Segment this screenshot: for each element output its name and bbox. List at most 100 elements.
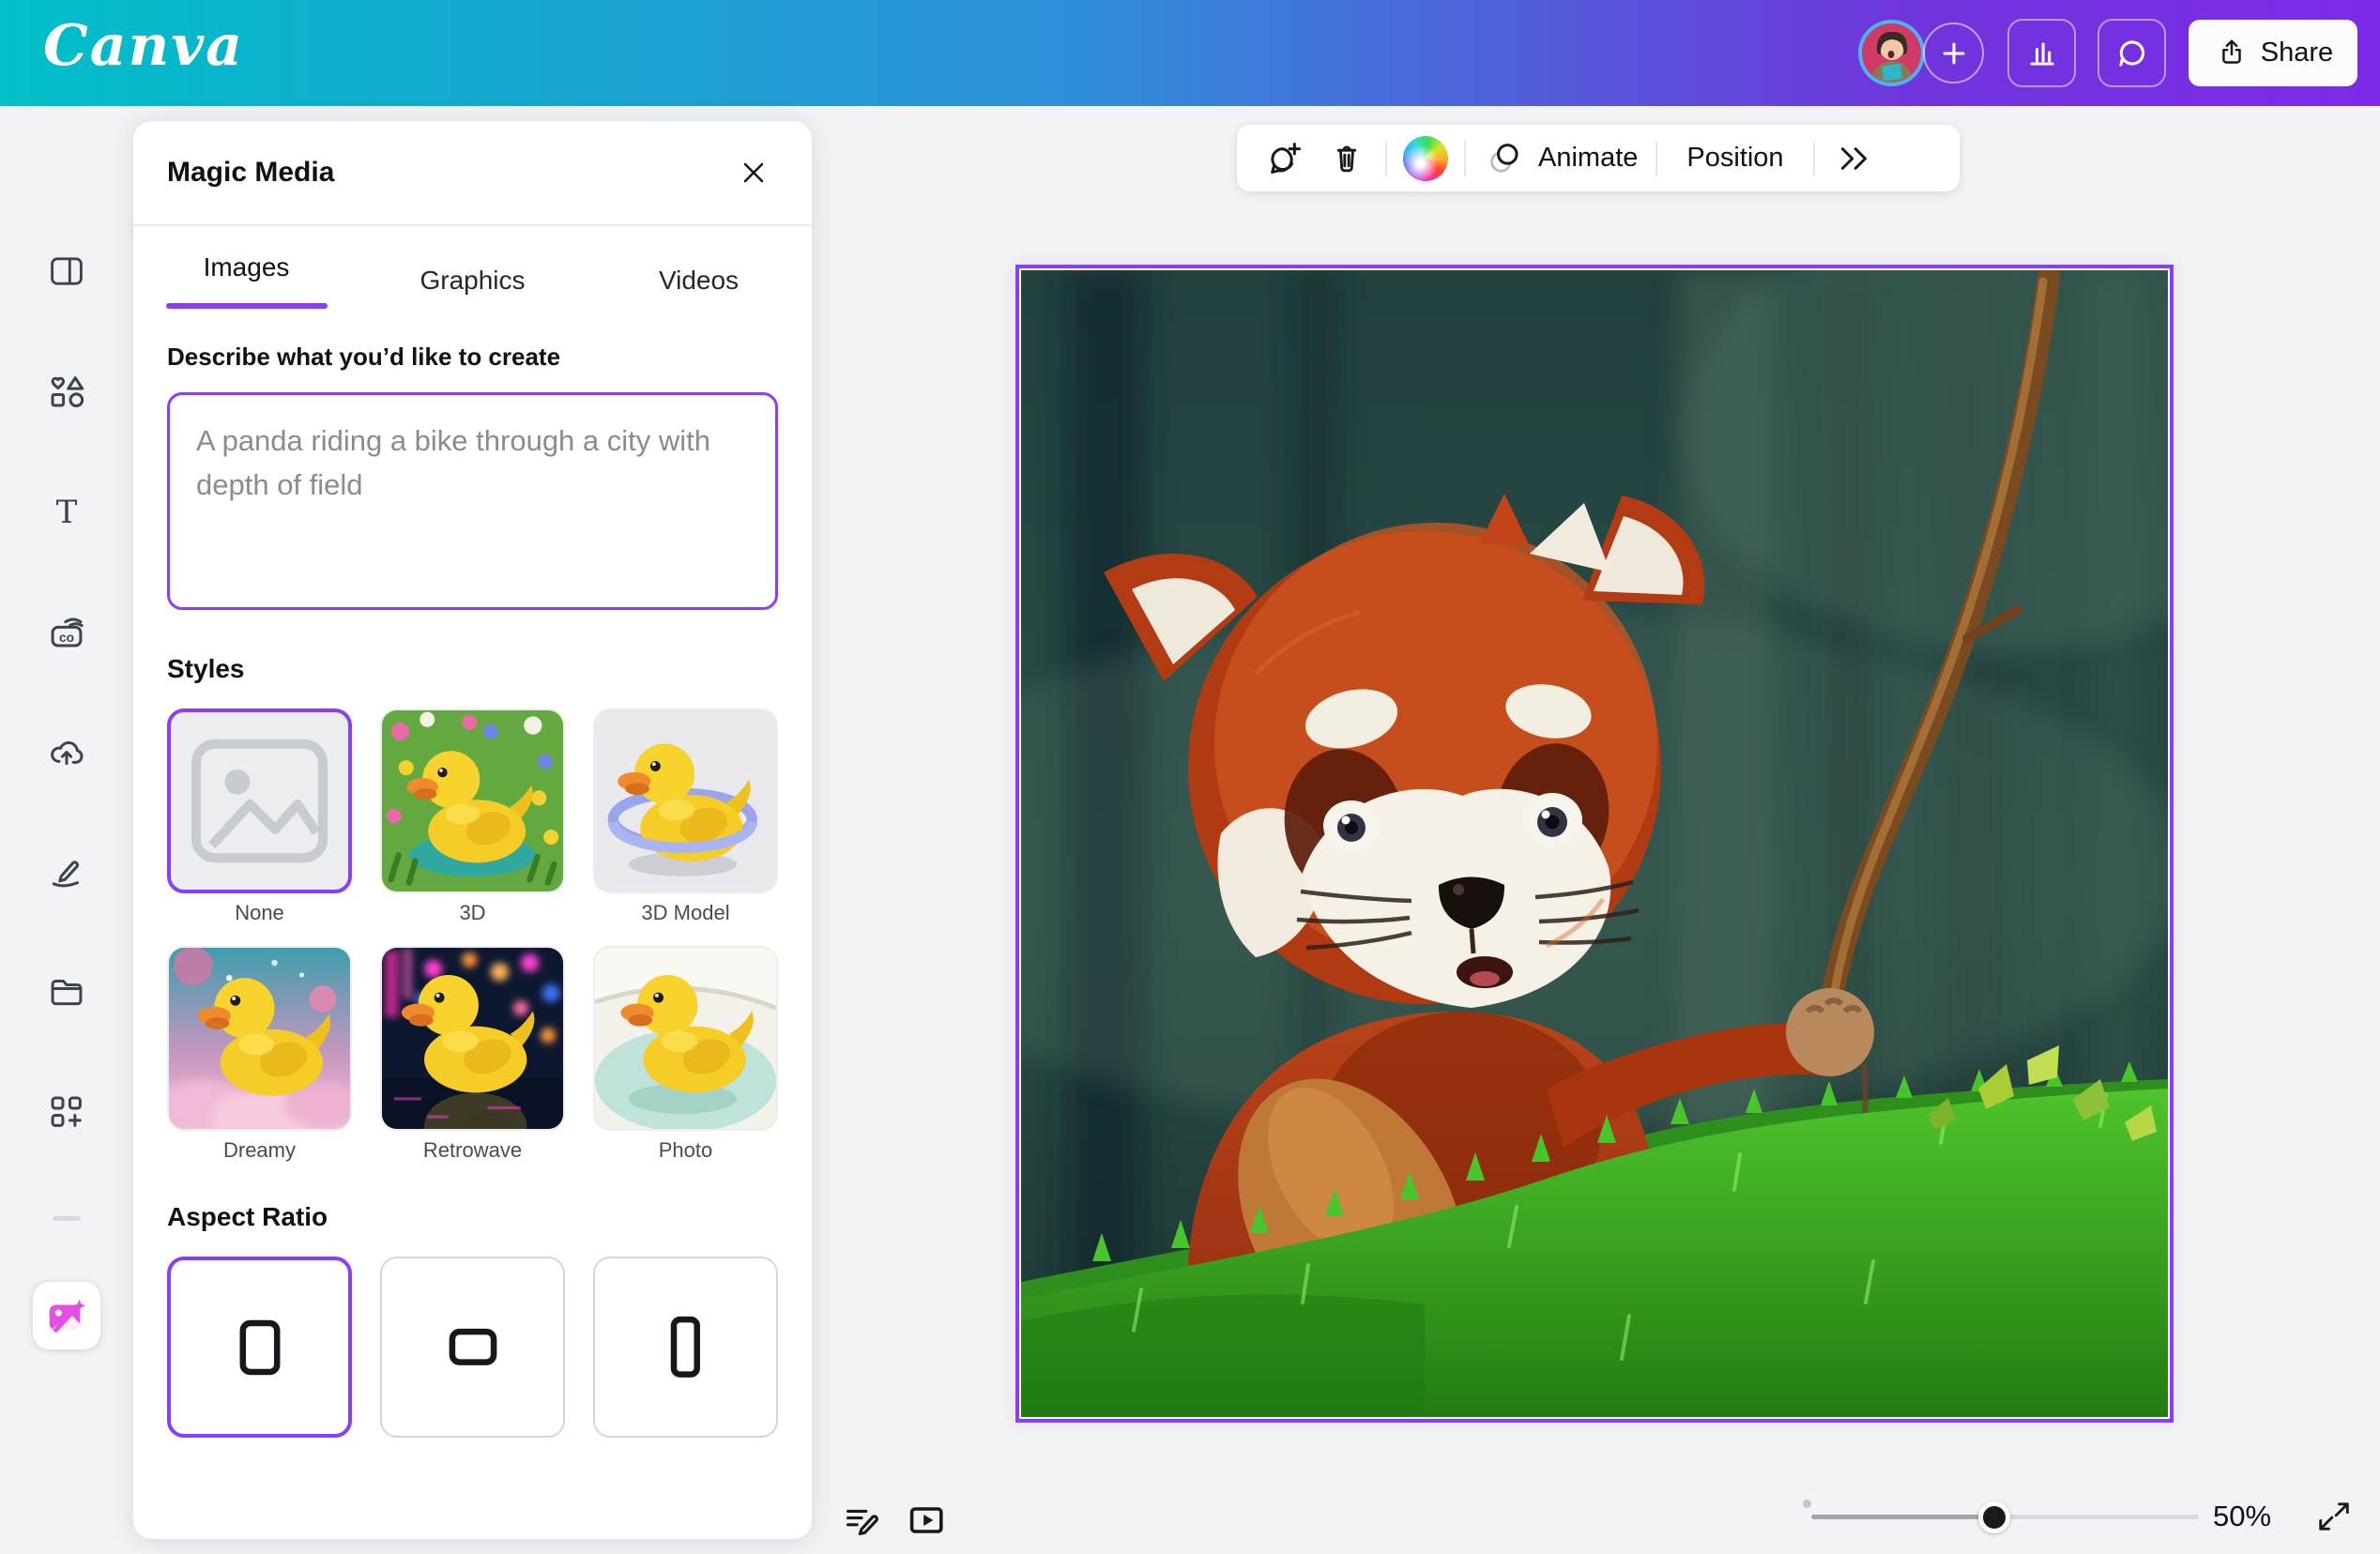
uploads-icon (45, 730, 88, 773)
active-tab-underline (166, 303, 328, 309)
zoom-slider-fill (1811, 1515, 1994, 1519)
aspect-ratio-heading: Aspect Ratio (167, 1202, 778, 1232)
selected-image-frame (1015, 265, 2174, 1423)
elements-icon (45, 370, 88, 413)
styles-heading: Styles (167, 654, 778, 684)
insights-button[interactable] (2007, 19, 2076, 87)
toolbar-divider (1655, 141, 1657, 176)
double-chevron-right-icon (1833, 137, 1876, 180)
brand-icon: co (45, 610, 88, 653)
position-button[interactable]: Position (1673, 143, 1796, 174)
comments-icon (2112, 33, 2153, 74)
topbar: Canva (0, 0, 2380, 106)
notes-icon (839, 1498, 884, 1543)
portrait-ratio-icon (637, 1299, 735, 1396)
sidebar-item-uploads[interactable] (38, 724, 95, 780)
more-options-button[interactable] (1831, 135, 1878, 182)
aspect-option-portrait[interactable] (593, 1257, 778, 1438)
sidebar-item-magic-media[interactable] (33, 1282, 100, 1349)
canvas-image[interactable] (1021, 270, 2168, 1417)
style-card-dreamy[interactable] (167, 946, 352, 1131)
aspect-option-landscape[interactable] (380, 1257, 565, 1438)
zoom-percent: 50% (2213, 1500, 2271, 1533)
style-thumb-retrowave (382, 948, 563, 1129)
sidebar-item-design[interactable] (38, 243, 95, 299)
animate-label: Animate (1538, 143, 1638, 174)
zoom-slider-thumb[interactable] (1978, 1501, 2010, 1533)
share-icon (2213, 36, 2249, 71)
toolbar-divider (1464, 141, 1466, 176)
fullscreen-button[interactable] (2311, 1494, 2357, 1539)
add-comment-button[interactable] (1261, 135, 1308, 182)
toolbar-divider (1385, 141, 1387, 176)
tab-images[interactable]: Images (133, 252, 359, 311)
tab-videos[interactable]: Videos (586, 252, 812, 311)
zoom-fit-marker (1803, 1500, 1811, 1508)
style-option-dreamy: Dreamy (167, 946, 352, 1163)
avatar[interactable] (1862, 23, 1921, 83)
notes-button[interactable] (835, 1494, 888, 1546)
toolbar-divider (1813, 141, 1815, 176)
magic-media-app-icon (45, 1294, 88, 1337)
svg-text:co: co (59, 631, 74, 645)
canva-logo[interactable]: Canva (43, 13, 244, 79)
present-icon (903, 1498, 948, 1543)
add-comment-icon (1263, 137, 1306, 180)
square-ratio-icon (211, 1299, 309, 1396)
style-thumb-3d-model (595, 710, 776, 891)
context-toolbar: Animate Position (1237, 125, 1960, 191)
present-button[interactable] (899, 1494, 952, 1546)
delete-button[interactable] (1324, 136, 1369, 181)
text-icon: T (46, 492, 87, 533)
style-card-retrowave[interactable] (380, 946, 565, 1131)
sidebar-item-apps[interactable] (38, 1084, 95, 1140)
zoom-controls: 50% (1797, 1492, 2360, 1541)
image-placeholder-icon (171, 712, 348, 890)
describe-label: Describe what you’d like to create (167, 343, 778, 372)
style-thumb-3d (382, 710, 563, 891)
sidebar-item-projects[interactable] (38, 964, 95, 1020)
panel-title: Magic Media (167, 157, 334, 189)
position-label: Position (1686, 143, 1783, 174)
close-panel-button[interactable] (729, 148, 778, 197)
delete-icon (1326, 138, 1367, 179)
styles-grid: None (167, 708, 778, 1163)
sidebar-divider (53, 1216, 81, 1221)
color-wheel-button[interactable] (1403, 136, 1448, 181)
style-option-retrowave: Retrowave (380, 946, 565, 1163)
avatar-photo (1862, 23, 1921, 83)
sidebar-item-elements[interactable] (38, 363, 95, 419)
animate-icon (1484, 137, 1527, 180)
sidebar-item-text[interactable]: T (38, 484, 95, 541)
style-card-none[interactable] (167, 708, 352, 893)
insights-icon (2021, 33, 2063, 74)
apps-icon (45, 1090, 88, 1134)
style-option-none: None (167, 708, 352, 925)
add-icon (1933, 33, 1975, 74)
tab-graphics[interactable]: Graphics (359, 252, 586, 311)
style-option-3d-model: 3D Model (593, 708, 778, 925)
share-label: Share (2261, 38, 2333, 69)
aspect-ratio-grid (167, 1257, 778, 1438)
style-card-3d[interactable] (380, 708, 565, 893)
style-option-photo: Photo (593, 946, 778, 1163)
style-card-photo[interactable] (593, 946, 778, 1131)
zoom-slider[interactable] (1811, 1515, 2199, 1519)
draw-icon (45, 849, 88, 892)
style-option-3d: 3D (380, 708, 565, 925)
tab-bar: Images Graphics Videos (133, 226, 812, 311)
comments-button[interactable] (2098, 19, 2166, 87)
animate-button[interactable]: Animate (1482, 135, 1640, 182)
prompt-input[interactable] (167, 392, 778, 610)
sidebar-item-brand[interactable]: co (38, 603, 95, 660)
landscape-ratio-icon (424, 1299, 522, 1396)
aspect-option-square[interactable] (167, 1257, 352, 1438)
share-button[interactable]: Share (2189, 20, 2357, 86)
style-card-3d-model[interactable] (593, 708, 778, 893)
add-member-button[interactable] (1923, 23, 1984, 84)
magic-media-panel: Magic Media Images Graphics Videos (133, 121, 812, 1539)
projects-icon (45, 970, 88, 1013)
svg-text:T: T (56, 494, 78, 531)
sidebar-item-draw[interactable] (38, 843, 95, 899)
canva-app: Canva (0, 0, 2380, 1554)
